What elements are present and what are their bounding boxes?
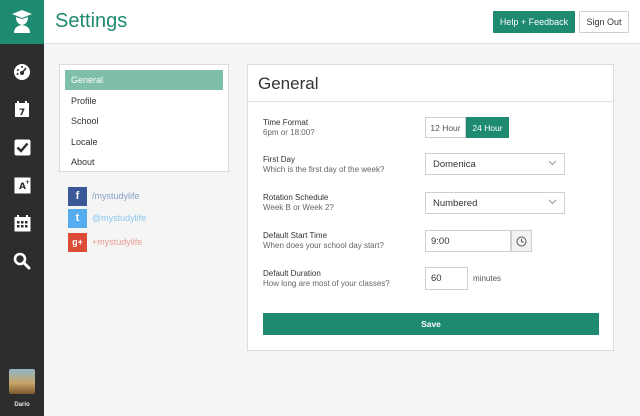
duration-unit: minutes [473,274,502,283]
sign-out-button[interactable]: Sign Out [579,11,629,33]
start-time-hint: When does your school day start? [263,241,384,250]
facebook-link[interactable]: f /mystudylife [68,186,228,206]
nav-item-about[interactable]: About [65,152,223,172]
chevron-down-icon [548,160,557,166]
chevron-down-icon [548,199,557,205]
time-format-toggle: 12 Hour 24 Hour [425,117,509,138]
checkbox-tasks-icon[interactable] [0,134,44,160]
nav-item-profile[interactable]: Profile [65,91,223,111]
clock-icon [516,236,527,246]
twitter-link[interactable]: t @mystudylife [68,208,228,228]
google-plus-link-text: +mystudylife [92,237,143,247]
time-format-label: Time Format 6pm or 18:00? [263,118,315,138]
facebook-link-text: /mystudylife [92,191,140,201]
avatar[interactable] [9,369,35,394]
nav-item-general[interactable]: General [65,70,223,90]
rotation-schedule-value: Numbered [433,197,478,209]
twitter-link-text: @mystudylife [92,213,147,223]
first-day-label: First Day Which is the first day of the … [263,155,384,175]
duration-hint: How long are most of your classes? [263,279,390,288]
start-time-input[interactable]: 9:00 [425,230,511,252]
svg-text:7: 7 [19,108,25,118]
svg-text:+: + [25,179,30,186]
nav-item-school[interactable]: School [65,111,223,131]
divider [248,101,613,102]
duration-input[interactable]: 60 [425,267,468,290]
dashboard-icon[interactable] [0,59,44,85]
twitter-icon: t [68,208,87,228]
google-plus-link[interactable]: g+ +mystudylife [68,232,228,252]
facebook-icon: f [68,186,87,206]
icon-rail: 7 A + Dario [0,0,44,416]
settings-nav: General Profile School Locale About [59,64,229,172]
rotation-schedule-hint: Week B or Week 2? [263,203,334,212]
duration-label: Default Duration How long are most of yo… [263,269,390,289]
first-day-select[interactable]: Domenica [425,153,565,175]
time-format-12-hour[interactable]: 12 Hour [425,117,466,138]
rotation-schedule-title: Rotation Schedule [263,193,329,202]
google-plus-icon: g+ [68,232,87,252]
first-day-value: Domenica [433,158,476,170]
top-header: Settings Help + Feedback Sign Out [44,0,640,44]
search-icon[interactable] [0,248,44,274]
time-format-title: Time Format [263,118,309,127]
general-settings-panel: General Time Format 6pm or 18:00? 12 Hou… [247,64,614,351]
rotation-schedule-select[interactable]: Numbered [425,192,565,214]
help-feedback-button[interactable]: Help + Feedback [493,11,575,33]
duration-title: Default Duration [263,269,321,278]
calendar-day-icon[interactable]: 7 [0,96,44,122]
start-time-title: Default Start Time [263,231,328,240]
nav-item-locale[interactable]: Locale [65,132,223,152]
rotation-schedule-label: Rotation Schedule Week B or Week 2? [263,193,334,213]
app-logo-icon[interactable] [0,0,44,44]
time-format-hint: 6pm or 18:00? [263,128,315,137]
start-time-label: Default Start Time When does your school… [263,231,384,251]
save-button[interactable]: Save [263,313,599,335]
username-label: Dario [14,402,30,408]
panel-title: General [258,74,319,93]
time-format-24-hour[interactable]: 24 Hour [466,117,509,138]
page-title: Settings [55,10,128,32]
clock-picker-button[interactable] [511,230,532,252]
first-day-title: First Day [263,155,295,164]
first-day-hint: Which is the first day of the week? [263,165,385,174]
calendar-grid-icon[interactable] [0,210,44,236]
exam-grade-icon[interactable]: A + [0,172,44,198]
